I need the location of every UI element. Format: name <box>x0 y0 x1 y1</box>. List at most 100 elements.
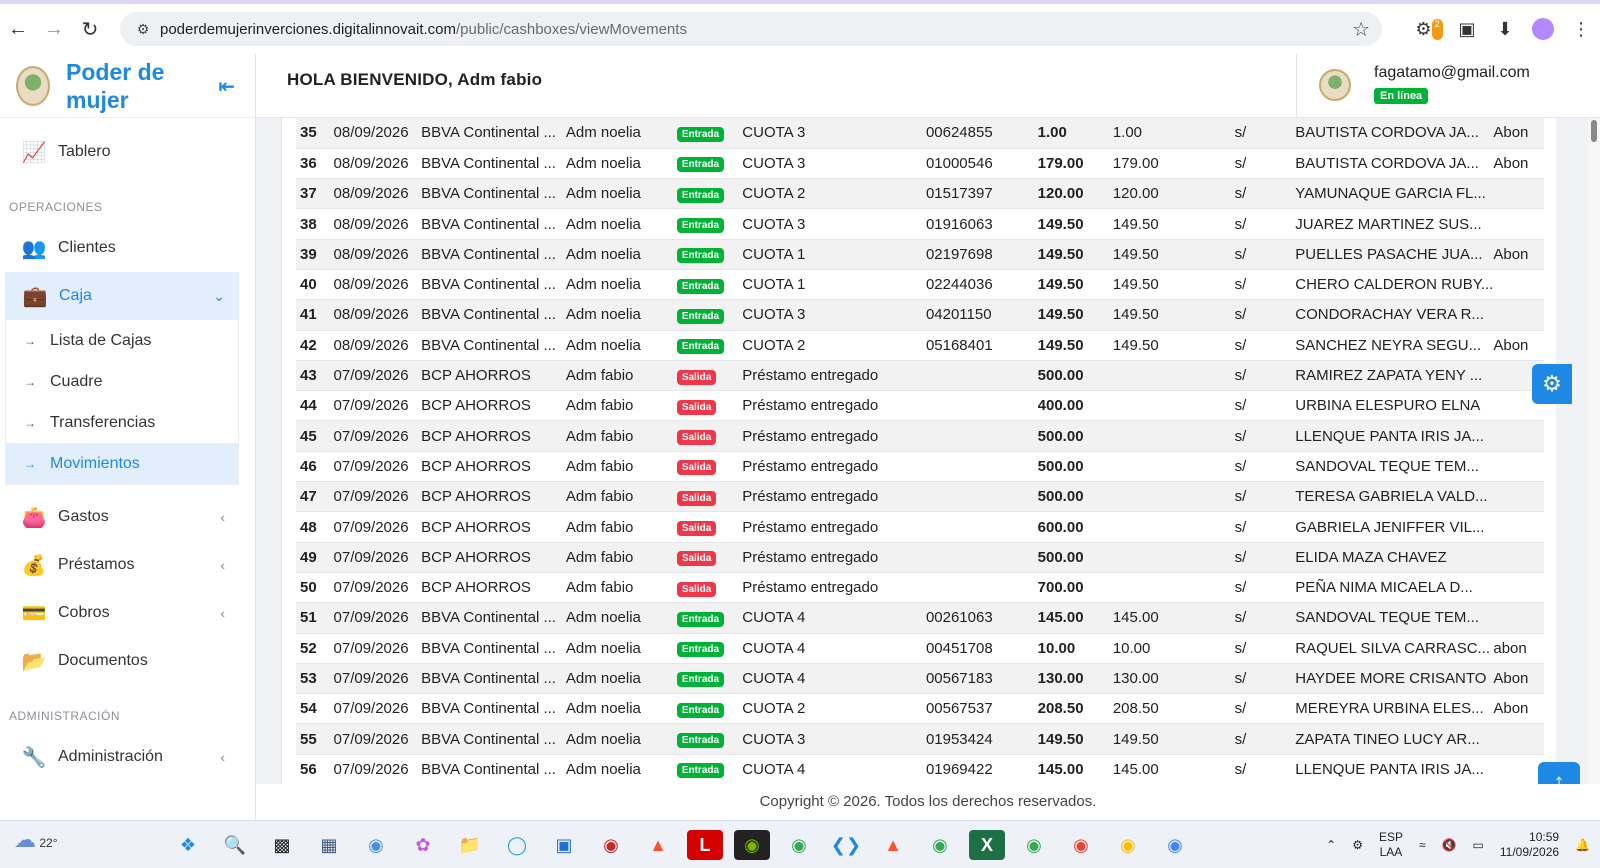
profile-avatar-icon[interactable] <box>1524 18 1562 40</box>
sidebar-item-administracion[interactable]: 🔧 Administración ‹ <box>0 733 255 781</box>
chrome-icon[interactable]: ◉ <box>781 830 817 860</box>
row-operation <box>925 511 1038 543</box>
app-icon[interactable]: ◉ <box>358 830 394 860</box>
row-operation: 00451708 <box>925 633 1038 664</box>
page-scrollbar[interactable] <box>1588 118 1600 820</box>
language-indicator[interactable]: ESP LAA <box>1379 830 1403 860</box>
sidebar: Poder de mujer ⇤ 📈 Tablero OPERACIONES 👥… <box>0 54 256 820</box>
store-icon[interactable]: ▣ <box>546 830 582 860</box>
chrome-icon[interactable]: ◉ <box>1110 830 1146 860</box>
row-concept: CUOTA 4 <box>742 754 926 786</box>
row-paid <box>1112 390 1235 422</box>
row-concept: CUOTA 2 <box>742 693 926 725</box>
row-type: Salida <box>676 542 743 573</box>
scrollbar-thumb[interactable] <box>1591 120 1597 142</box>
row-type: Entrada <box>676 208 743 240</box>
excel-icon[interactable]: X <box>969 830 1005 860</box>
row-note <box>1493 542 1544 573</box>
row-date: 07/09/2026 <box>333 572 422 604</box>
download-icon[interactable]: ⬇ <box>1486 19 1524 40</box>
sidebar-item-clientes[interactable]: 👥 Clientes <box>0 224 255 272</box>
nvidia-icon[interactable]: ◉ <box>734 830 770 860</box>
brave-browser-icon[interactable]: ▲ <box>875 830 911 860</box>
back-icon[interactable]: ← <box>0 11 36 47</box>
extension-badge: 2 <box>1431 18 1443 40</box>
row-number: 56 <box>296 754 334 786</box>
row-currency: s/ <box>1234 299 1296 331</box>
battery-icon[interactable]: ▭ <box>1473 838 1484 852</box>
chrome-icon[interactable]: ◉ <box>1016 830 1052 860</box>
type-badge: Entrada <box>676 642 725 658</box>
row-paid: 10.00 <box>1112 633 1235 664</box>
sidebar-item-prestamos[interactable]: 💰 Préstamos ‹ <box>0 541 255 589</box>
chrome-icon[interactable]: ◉ <box>1063 830 1099 860</box>
row-amount: 149.50 <box>1037 208 1113 240</box>
sidebar-item-documentos[interactable]: 📂 Documentos <box>0 637 255 685</box>
edge-browser-icon[interactable]: ◯ <box>499 830 535 860</box>
row-type: Entrada <box>676 299 743 331</box>
row-date: 07/09/2026 <box>333 633 422 664</box>
row-concept: CUOTA 4 <box>742 602 926 634</box>
browser-extensions: ⚙ 2 ▣ ⬇ ⋮ <box>1410 12 1600 46</box>
chevron-down-icon: ⌄ <box>213 287 225 304</box>
app-icon[interactable]: ▦ <box>311 830 347 860</box>
row-note: Abon <box>1493 693 1544 725</box>
clock[interactable]: 10:59 11/09/2026 <box>1500 830 1559 860</box>
brave-browser-icon[interactable]: ▲ <box>640 830 676 860</box>
sidebar-subitem-transferencias[interactable]: → Transferencias <box>6 402 238 443</box>
row-currency: s/ <box>1234 390 1296 422</box>
reload-icon[interactable]: ↻ <box>72 11 108 47</box>
chrome-icon[interactable]: ◉ <box>1157 830 1193 860</box>
sidebar-item-caja[interactable]: 💼 Caja ⌄ <box>5 272 239 320</box>
sidebar-subitem-cuadre[interactable]: → Cuadre <box>6 361 238 402</box>
notification-bell-icon[interactable]: 🔔 <box>1575 838 1590 852</box>
sidebar-item-cobros[interactable]: 💳 Cobros ‹ <box>0 589 255 637</box>
users-icon: 👥 <box>21 237 47 260</box>
section-label-operaciones: OPERACIONES <box>9 200 103 214</box>
wifi-icon[interactable]: ≈ <box>1419 838 1426 852</box>
chrome-icon[interactable]: ◉ <box>922 830 958 860</box>
row-date: 08/09/2026 <box>333 178 422 210</box>
bookmark-star-icon[interactable]: ☆ <box>1352 17 1370 42</box>
windows-start-icon[interactable]: ❖ <box>170 830 206 860</box>
volume-muted-icon[interactable]: 🔇 <box>1442 838 1457 852</box>
row-concept: CUOTA 2 <box>742 178 926 210</box>
menu-kebab-icon[interactable]: ⋮ <box>1562 19 1600 40</box>
tray-app-icon[interactable]: ⚙ <box>1352 838 1363 852</box>
copilot-icon[interactable]: ✿ <box>405 830 441 860</box>
extension-icon[interactable]: ⚙ 2 <box>1410 18 1448 40</box>
row-bank: BBVA Continental ... <box>421 178 566 210</box>
row-client: RAQUEL SILVA CARRASC... <box>1295 633 1494 664</box>
row-concept: CUOTA 1 <box>742 269 926 301</box>
row-bank: BBVA Continental ... <box>421 208 566 240</box>
vscode-icon[interactable]: ❮❯ <box>828 830 864 860</box>
chevron-up-icon[interactable]: ⌃ <box>1326 838 1336 852</box>
address-bar[interactable]: ⚙ poderdemujerinverciones.digitalinnovai… <box>120 12 1382 46</box>
file-explorer-icon[interactable]: 📁 <box>452 830 488 860</box>
table-row: 43 07/09/2026 BCP AHORROS Adm fabio Salida Pr… <box>296 360 1544 392</box>
sidebar-subitem-lista-cajas[interactable]: → Lista de Cajas <box>6 320 238 361</box>
app-icon[interactable]: L <box>687 830 723 860</box>
collapse-sidebar-icon[interactable]: ⇤ <box>218 74 235 99</box>
row-concept: CUOTA 1 <box>742 239 926 270</box>
row-user: Adm noelia <box>565 148 677 180</box>
sidebar-item-gastos[interactable]: 👛 Gastos ‹ <box>0 493 255 541</box>
row-currency: s/ <box>1234 723 1296 755</box>
site-info-icon[interactable]: ⚙ <box>132 18 154 40</box>
forward-icon[interactable]: → <box>36 11 72 47</box>
row-user: Adm noelia <box>565 723 677 755</box>
user-menu[interactable]: fagatamo@gmail.com En línea <box>1296 54 1600 118</box>
row-client: ZAPATA TINEO LUCY AR... <box>1295 723 1494 755</box>
weather-widget[interactable]: ☁ 22° <box>14 827 58 853</box>
row-amount: 400.00 <box>1037 390 1113 422</box>
puzzle-extensions-icon[interactable]: ▣ <box>1448 19 1486 40</box>
sidebar-subitem-movimientos[interactable]: → Movimientos <box>6 443 238 484</box>
sidebar-item-tablero[interactable]: 📈 Tablero <box>0 128 255 176</box>
task-view-icon[interactable]: ▩ <box>264 830 300 860</box>
sidebar-item-label: Documentos <box>58 652 148 669</box>
movements-table-body: 35 08/09/2026 BBVA Continental ... Adm noel… <box>296 118 1544 786</box>
app-icon[interactable]: ◉ <box>593 830 629 860</box>
search-icon[interactable]: 🔍 <box>217 830 253 860</box>
settings-gear-button[interactable]: ⚙ <box>1532 364 1572 404</box>
type-badge: Salida <box>676 369 717 385</box>
